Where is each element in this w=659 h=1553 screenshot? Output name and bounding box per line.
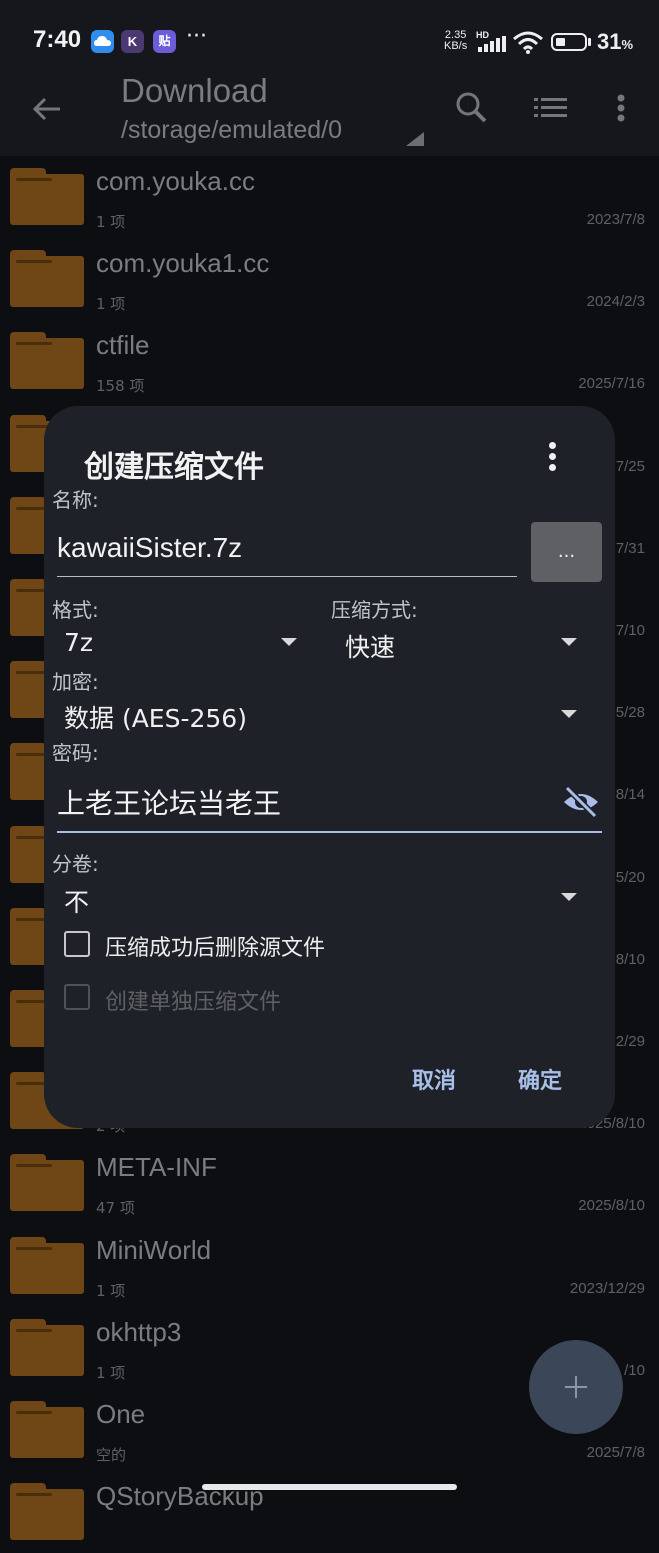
back-arrow-icon[interactable] (30, 92, 64, 126)
file-date: 5/20 (615, 868, 645, 886)
cloud-app-icon (91, 30, 114, 53)
search-icon[interactable] (454, 90, 488, 124)
plus-icon-v (575, 1376, 577, 1398)
file-name: com.youka1.cc (96, 248, 270, 279)
page-title: Download (121, 72, 268, 109)
folder-icon (10, 1401, 84, 1458)
file-name: META-INF (96, 1152, 217, 1183)
file-item-count: 1 项 (96, 213, 126, 231)
visibility-off-icon[interactable] (562, 786, 600, 818)
list-view-icon[interactable] (534, 96, 568, 120)
delete-source-checkbox[interactable] (64, 931, 90, 957)
archive-name-value: kawaiiSister.7z (57, 532, 243, 563)
file-name: com.youka.cc (96, 166, 255, 196)
encrypt-dropdown-icon[interactable] (561, 710, 577, 718)
folder-icon (10, 1236, 84, 1294)
format-dropdown-icon[interactable] (281, 638, 297, 646)
file-date: 8/14 (615, 786, 645, 804)
separate-archive-checkbox (64, 984, 90, 1010)
file-name: ctfile (96, 330, 150, 361)
speed-unit: KB/s (444, 40, 468, 52)
ok-button[interactable]: 确定 (518, 1063, 562, 1095)
file-date: 2023/7/8 (586, 211, 645, 228)
file-date: 7/10 (615, 622, 645, 639)
encrypt-select[interactable]: 数据 (AES-256) (64, 699, 247, 735)
file-date: 2025/7/8 (586, 1444, 645, 1461)
overflow-menu-icon[interactable] (615, 94, 627, 124)
file-item-count: 1 项 (96, 1281, 126, 1300)
delete-source-label[interactable]: 压缩成功后删除源文件 (105, 930, 325, 962)
k-app-icon: K (121, 30, 144, 53)
encrypt-label: 加密: (52, 670, 99, 694)
file-date: 2023/12/29 (569, 1279, 645, 1297)
method-select[interactable]: 快速 (345, 628, 395, 664)
home-indicator[interactable] (202, 1484, 457, 1490)
separate-archive-label: 创建单独压缩文件 (105, 990, 282, 1015)
method-label: 压缩方式: (331, 598, 418, 622)
file-date: 2/29 (615, 1033, 645, 1050)
format-label: 格式: (52, 598, 99, 622)
file-date: /10 (624, 1361, 645, 1379)
network-speed: 2.35 KB/s (444, 30, 467, 52)
file-list-item[interactable]: com.youka.cc 1 项 2023/7/8 (0, 156, 659, 238)
folder-icon (10, 332, 84, 390)
file-name: okhttp3 (96, 1316, 182, 1347)
name-label: 名称: (52, 488, 99, 512)
method-dropdown-icon[interactable] (561, 638, 577, 646)
folder-icon (10, 1483, 84, 1541)
tie-app-icon: 贴 (153, 30, 176, 53)
file-item-count: 1 项 (96, 295, 126, 314)
app-toolbar: Download /storage/emulated/0 (0, 72, 659, 156)
file-date: 2025/8/10 (578, 1197, 645, 1215)
add-fab-button[interactable] (529, 1340, 623, 1434)
file-list-item[interactable]: ctfile 158 项 2025/7/16 (0, 320, 659, 402)
file-date: 8/10 (615, 950, 645, 968)
archive-name-field[interactable]: kawaiiSister.7z (57, 526, 517, 577)
status-bar: 7:40 K 贴 ··· 2.35 KB/s HD 31% (0, 0, 659, 80)
file-item-count: 158 项 (96, 377, 145, 396)
file-date: 2024/2/3 (586, 293, 645, 311)
file-item-count: 空的 (96, 1446, 127, 1464)
file-list-item[interactable]: META-INF 47 项 2025/8/10 (0, 1142, 659, 1224)
folder-icon (10, 168, 84, 225)
password-label: 密码: (52, 741, 99, 765)
file-item-count: 47 项 (96, 1199, 135, 1218)
current-path[interactable]: /storage/emulated/0 (121, 116, 342, 145)
split-dropdown-icon[interactable] (561, 893, 577, 901)
password-value: 上老王论坛当老王 (57, 787, 282, 820)
file-date: 7/25 (615, 457, 645, 475)
dialog-more-icon[interactable] (549, 442, 557, 472)
format-select[interactable]: 7z (64, 628, 93, 657)
create-archive-dialog: 创建压缩文件 名称: kawaiiSister.7z ... 格式: 7z 压缩… (44, 406, 615, 1128)
cancel-button[interactable]: 取消 (412, 1063, 456, 1095)
folder-icon (10, 1318, 84, 1376)
file-item-count: 1 项 (96, 1363, 126, 1382)
file-date: 7/31 (615, 539, 645, 557)
battery-percent: 31% (597, 29, 633, 55)
battery-sign: % (621, 37, 634, 52)
folder-icon (10, 1154, 84, 1212)
file-list-item[interactable]: MiniWorld 1 项 2023/12/29 (0, 1225, 659, 1307)
file-name: MiniWorld (96, 1234, 212, 1265)
battery-icon (551, 33, 587, 51)
status-time: 7:40 (33, 26, 82, 53)
battery-number: 31 (597, 29, 622, 54)
dialog-title: 创建压缩文件 (84, 450, 264, 485)
password-field[interactable]: 上老王论坛当老王 (57, 776, 602, 833)
file-date: 2025/7/16 (578, 375, 645, 393)
signal-icon (478, 36, 506, 52)
folder-icon (10, 250, 84, 308)
file-list-item[interactable]: com.youka1.cc 1 项 2024/2/3 (0, 238, 659, 320)
file-date: 5/28 (615, 704, 645, 722)
split-select[interactable]: 不 (64, 883, 89, 919)
wifi-icon (513, 31, 543, 54)
more-notifications-icon: ··· (186, 24, 207, 49)
browse-button[interactable]: ... (531, 522, 602, 582)
path-dropdown-icon[interactable] (406, 132, 424, 146)
battery-cap (588, 38, 591, 46)
split-label: 分卷: (52, 852, 99, 876)
file-name: One (96, 1399, 146, 1429)
